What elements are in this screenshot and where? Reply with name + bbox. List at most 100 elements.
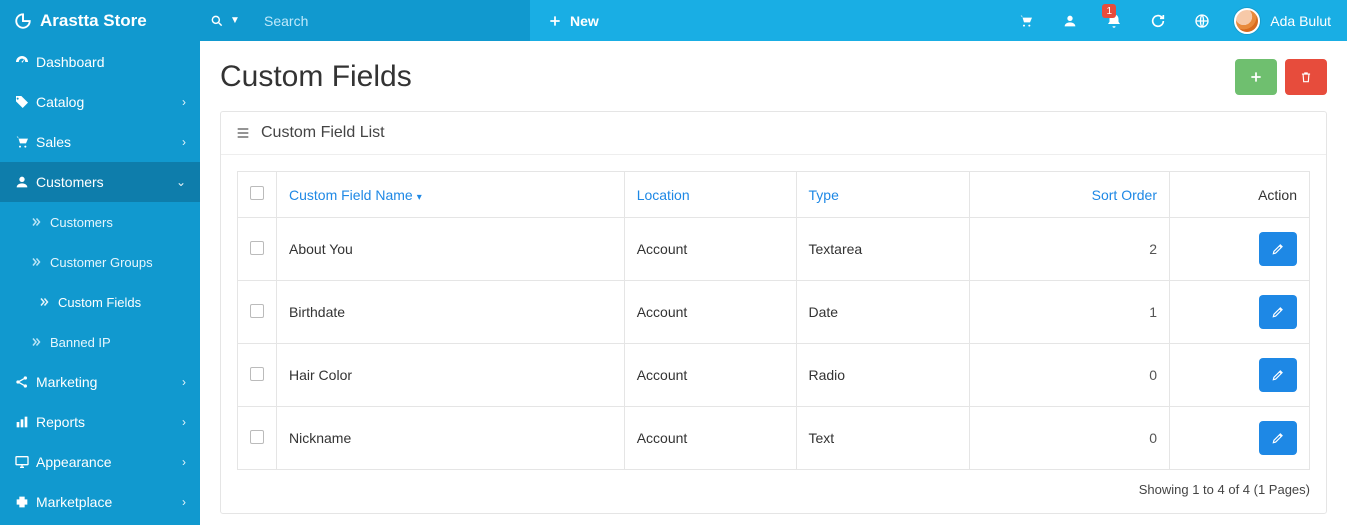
panel-head: Custom Field List <box>221 112 1326 155</box>
cell-sort: 1 <box>970 281 1170 344</box>
pencil-icon <box>1271 368 1285 382</box>
chevron-right-icon: › <box>182 495 186 509</box>
main: ▼ New 1 <box>200 0 1347 525</box>
th-name[interactable]: Custom Field Name▾ <box>277 172 625 218</box>
notif-badge: 1 <box>1102 4 1116 18</box>
sidebar-item-marketing[interactable]: Marketing › <box>0 362 200 402</box>
list-icon <box>235 125 251 141</box>
user-profile[interactable]: Ada Bulut <box>1224 0 1347 41</box>
caret-down-icon: ▼ <box>230 15 240 26</box>
sidebar-item-label: Marketing <box>36 374 97 390</box>
sidebar-item-sales[interactable]: Sales › <box>0 122 200 162</box>
plus-icon <box>1249 70 1263 84</box>
sidebar-item-customers[interactable]: Customers ⌄ <box>0 162 200 202</box>
search-input[interactable] <box>250 0 530 41</box>
subnav-item-customers[interactable]: Customers <box>0 202 200 242</box>
th-action: Action <box>1170 172 1310 218</box>
select-all-checkbox[interactable] <box>250 186 264 200</box>
sidebar-item-marketplace[interactable]: Marketplace › <box>0 482 200 522</box>
subnav-label: Customers <box>50 215 113 230</box>
subnav-label: Banned IP <box>50 335 111 350</box>
cell-sort: 2 <box>970 218 1170 281</box>
cart-icon <box>14 134 36 150</box>
subnav-label: Custom Fields <box>58 295 141 310</box>
row-checkbox[interactable] <box>250 367 264 381</box>
cart-icon <box>1018 13 1034 29</box>
plus-icon <box>548 14 562 28</box>
notifications-button[interactable]: 1 <box>1092 0 1136 41</box>
search-toggle[interactable]: ▼ <box>200 0 250 41</box>
row-checkbox[interactable] <box>250 241 264 255</box>
sidebar: Arastta Store Dashboard Catalog › Sales … <box>0 0 200 525</box>
sidebar-item-dashboard[interactable]: Dashboard <box>0 42 200 82</box>
sort-desc-icon: ▾ <box>417 192 422 203</box>
refresh-button[interactable] <box>1136 0 1180 41</box>
sidebar-item-appearance[interactable]: Appearance › <box>0 442 200 482</box>
delete-button[interactable] <box>1285 59 1327 95</box>
chevron-right-icon: › <box>182 455 186 469</box>
chevron-right-icon: › <box>182 375 186 389</box>
edit-button[interactable] <box>1259 232 1297 266</box>
double-chevron-icon <box>30 336 50 348</box>
user-icon <box>1062 13 1078 29</box>
brand[interactable]: Arastta Store <box>0 0 200 42</box>
globe-icon <box>1194 13 1210 29</box>
sidebar-item-label: Reports <box>36 414 85 430</box>
new-button[interactable]: New <box>530 0 617 41</box>
chevron-down-icon: ⌄ <box>176 175 186 189</box>
edit-button[interactable] <box>1259 295 1297 329</box>
tag-icon <box>14 94 36 110</box>
sidebar-item-reports[interactable]: Reports › <box>0 402 200 442</box>
subnav-item-banned-ip[interactable]: Banned IP <box>0 322 200 362</box>
subnav-item-custom-fields[interactable]: Custom Fields <box>0 282 200 322</box>
bar-chart-icon <box>14 414 36 430</box>
monitor-icon <box>14 454 36 470</box>
cart-button[interactable] <box>1004 0 1048 41</box>
chevron-right-icon: › <box>182 95 186 109</box>
edit-button[interactable] <box>1259 358 1297 392</box>
puzzle-icon <box>14 494 36 510</box>
th-type[interactable]: Type <box>796 172 970 218</box>
th-sort-order[interactable]: Sort Order <box>970 172 1170 218</box>
user-menu-button[interactable] <box>1048 0 1092 41</box>
subnav-customers: Customers Customer Groups Custom Fields … <box>0 202 200 362</box>
row-checkbox[interactable] <box>250 430 264 444</box>
table-row: About YouAccountTextarea2 <box>238 218 1310 281</box>
cell-sort: 0 <box>970 344 1170 407</box>
double-chevron-icon <box>38 296 58 308</box>
pencil-icon <box>1271 431 1285 445</box>
cell-location: Account <box>624 344 796 407</box>
cell-name: Hair Color <box>277 344 625 407</box>
cell-name: Nickname <box>277 407 625 470</box>
cell-name: About You <box>277 218 625 281</box>
sidebar-item-label: Dashboard <box>36 54 105 70</box>
add-button[interactable] <box>1235 59 1277 95</box>
sidebar-item-label: Marketplace <box>36 494 112 510</box>
table-row: BirthdateAccountDate1 <box>238 281 1310 344</box>
sidebar-item-catalog[interactable]: Catalog › <box>0 82 200 122</box>
brand-logo-icon <box>14 12 40 30</box>
globe-button[interactable] <box>1180 0 1224 41</box>
double-chevron-icon <box>30 216 50 228</box>
cell-type: Date <box>796 281 970 344</box>
chevron-right-icon: › <box>182 415 186 429</box>
pencil-icon <box>1271 305 1285 319</box>
avatar <box>1234 8 1260 34</box>
cell-location: Account <box>624 281 796 344</box>
cell-name: Birthdate <box>277 281 625 344</box>
subnav-item-customer-groups[interactable]: Customer Groups <box>0 242 200 282</box>
nav: Dashboard Catalog › Sales › Customers ⌄ <box>0 42 200 522</box>
th-location[interactable]: Location <box>624 172 796 218</box>
page-title: Custom Fields <box>220 60 412 94</box>
cell-sort: 0 <box>970 407 1170 470</box>
share-icon <box>14 374 36 390</box>
cell-location: Account <box>624 218 796 281</box>
page-header: Custom Fields <box>220 59 1327 95</box>
trash-icon <box>1299 70 1313 84</box>
user-name: Ada Bulut <box>1270 13 1331 29</box>
pagination-info: Showing 1 to 4 of 4 (1 Pages) <box>237 482 1310 497</box>
sidebar-item-label: Appearance <box>36 454 112 470</box>
edit-button[interactable] <box>1259 421 1297 455</box>
table-row: Hair ColorAccountRadio0 <box>238 344 1310 407</box>
row-checkbox[interactable] <box>250 304 264 318</box>
